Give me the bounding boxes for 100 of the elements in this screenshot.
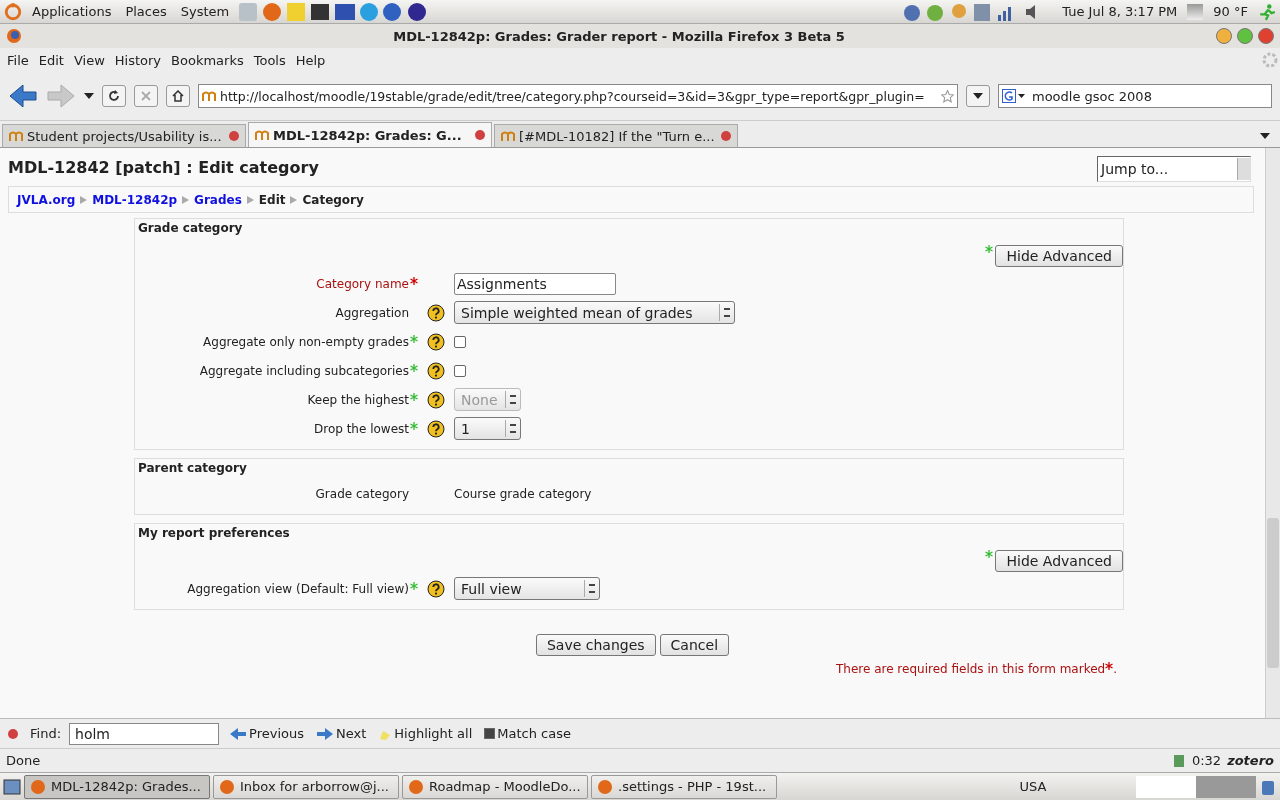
browser-tab[interactable]: Student projects/Usability is... bbox=[2, 124, 246, 147]
separator-icon bbox=[182, 195, 190, 204]
field-label: Aggregation bbox=[335, 305, 410, 320]
home-button[interactable] bbox=[166, 85, 190, 107]
zotero-label[interactable]: zotero bbox=[1227, 753, 1274, 768]
help-icon[interactable] bbox=[427, 303, 445, 322]
site-logo-icon bbox=[501, 130, 515, 142]
asterisk-icon bbox=[1105, 662, 1114, 670]
taskbar-button[interactable]: Roadmap - MoodleDo... bbox=[402, 774, 588, 799]
find-next-button[interactable]: Next bbox=[313, 726, 369, 741]
menu-item[interactable]: File bbox=[2, 52, 34, 68]
required-fields-note: There are required fields in this form marked bbox=[835, 662, 1106, 676]
separator-icon bbox=[246, 195, 254, 204]
site-logo-icon bbox=[255, 129, 269, 141]
back-arrow-icon[interactable] bbox=[8, 83, 38, 109]
maximize-button[interactable] bbox=[1237, 28, 1253, 44]
field-label: Category name bbox=[316, 276, 410, 291]
temperature[interactable]: 90 °F bbox=[1209, 4, 1252, 19]
section-legend: Grade category bbox=[135, 219, 1123, 239]
close-button[interactable] bbox=[1258, 28, 1274, 44]
breadcrumb-text: Category bbox=[302, 192, 364, 207]
browser-tab[interactable]: [#MDL-10182] If the "Turn e... bbox=[494, 124, 738, 147]
menu-item[interactable]: Help bbox=[290, 52, 331, 68]
text-field[interactable]: Assignments bbox=[454, 272, 616, 295]
breadcrumb-link[interactable]: JVLA.org bbox=[17, 192, 76, 207]
stop-button[interactable] bbox=[134, 85, 158, 107]
taskbar-button[interactable]: MDL-12842p: Grades... bbox=[24, 774, 210, 799]
field-label: Aggregate including subcategories bbox=[199, 363, 410, 378]
status-time: 0:32 bbox=[1191, 753, 1222, 768]
close-tab-icon[interactable] bbox=[229, 131, 239, 141]
help-icon[interactable] bbox=[427, 419, 445, 438]
show-desktop-icon[interactable] bbox=[3, 777, 21, 796]
taskbar-button[interactable]: .settings - PHP - 19st... bbox=[591, 774, 777, 799]
firefox-icon bbox=[6, 28, 22, 44]
panel-menu[interactable]: Places bbox=[121, 4, 171, 19]
left-arrow-icon bbox=[229, 726, 247, 741]
field-label: Aggregation view (Default: Full view) bbox=[187, 581, 410, 596]
checkbox[interactable] bbox=[454, 335, 466, 348]
star-icon[interactable] bbox=[941, 89, 954, 103]
keyboard-layout[interactable]: USA bbox=[993, 779, 1073, 794]
dropdown-caret-icon[interactable] bbox=[84, 93, 94, 99]
workspace-switcher[interactable] bbox=[1136, 775, 1256, 798]
menu-item[interactable]: Bookmarks bbox=[166, 52, 249, 68]
field-label: Drop the lowest bbox=[313, 421, 410, 436]
field-label: Grade category bbox=[315, 486, 410, 501]
highlight-all-button[interactable]: Highlight all bbox=[376, 726, 475, 741]
find-label: Find: bbox=[30, 726, 61, 741]
tab-list-caret-icon[interactable] bbox=[1260, 133, 1270, 139]
help-icon[interactable] bbox=[427, 361, 445, 380]
stop-icon bbox=[140, 90, 152, 102]
sentence-end: . bbox=[1113, 662, 1117, 676]
jump-to-select[interactable]: Jump to... bbox=[1097, 156, 1251, 182]
checkbox[interactable] bbox=[454, 364, 466, 377]
breadcrumb-text: Edit bbox=[258, 192, 286, 207]
site-logo-icon bbox=[9, 130, 23, 142]
taskbar-button[interactable]: Inbox for arborrow@j... bbox=[213, 774, 399, 799]
field-label: Aggregate only non-empty grades bbox=[203, 334, 410, 349]
section-legend: My report preferences bbox=[135, 524, 1123, 544]
asterisk-icon bbox=[985, 245, 994, 253]
search-field[interactable]: moodle gsoc 2008 bbox=[998, 84, 1272, 108]
history-dropdown-button[interactable] bbox=[966, 85, 990, 107]
select-dropdown[interactable]: Simple weighted mean of grades bbox=[454, 301, 735, 324]
menu-item[interactable]: Edit bbox=[33, 52, 69, 68]
vertical-scrollbar[interactable] bbox=[1265, 148, 1280, 718]
ubuntu-logo-icon[interactable] bbox=[4, 2, 22, 21]
form-button[interactable]: Cancel bbox=[659, 634, 730, 656]
right-arrow-icon bbox=[315, 726, 334, 741]
hide-advanced-button[interactable]: Hide Advanced bbox=[995, 245, 1123, 267]
browser-tab[interactable]: MDL-12842p: Grades: G... bbox=[248, 122, 492, 147]
search-engine-icon[interactable] bbox=[1002, 89, 1026, 103]
breadcrumb-link[interactable]: MDL-12842p bbox=[92, 192, 178, 207]
match-case-checkbox[interactable]: Match case bbox=[482, 726, 573, 741]
close-tab-icon[interactable] bbox=[475, 130, 485, 140]
hide-advanced-button[interactable]: Hide Advanced bbox=[995, 550, 1123, 572]
separator-icon bbox=[80, 195, 88, 204]
menu-item[interactable]: History bbox=[109, 52, 167, 68]
help-icon[interactable] bbox=[427, 579, 445, 598]
find-previous-button[interactable]: Previous bbox=[227, 726, 306, 741]
field-value: Course grade category bbox=[454, 486, 592, 501]
minimize-button[interactable] bbox=[1216, 28, 1232, 44]
status-text: Done bbox=[6, 753, 41, 768]
menu-item[interactable]: View bbox=[68, 52, 110, 68]
select-dropdown[interactable]: Full view bbox=[454, 577, 600, 600]
reload-icon bbox=[108, 90, 120, 102]
home-icon bbox=[172, 90, 184, 102]
form-button[interactable]: Save changes bbox=[535, 634, 656, 656]
breadcrumb-link[interactable]: Grades bbox=[194, 192, 242, 207]
throbber-icon bbox=[1262, 52, 1278, 68]
select-dropdown[interactable]: 1 bbox=[454, 417, 521, 440]
reload-button[interactable] bbox=[102, 85, 126, 107]
close-tab-icon[interactable] bbox=[721, 131, 731, 141]
clock[interactable]: Tue Jul 8, 3:17 PM bbox=[1058, 4, 1182, 19]
find-field[interactable]: holm bbox=[69, 722, 219, 745]
help-icon[interactable] bbox=[427, 332, 445, 351]
window-title: MDL-12842p: Grades: Grader report - Mozilla Firefox 3 Beta 5 bbox=[392, 28, 846, 44]
address-field[interactable]: http://localhost/moodle/19stable/grade/edit/tree/category.php?courseid=3&id=3&gpr_type=report&gpr_plugin= bbox=[198, 84, 958, 108]
panel-menu[interactable]: System bbox=[176, 4, 234, 19]
menu-item[interactable]: Tools bbox=[248, 52, 291, 68]
panel-menu[interactable]: Applications bbox=[28, 4, 116, 19]
close-find-bar-button[interactable] bbox=[8, 728, 18, 739]
